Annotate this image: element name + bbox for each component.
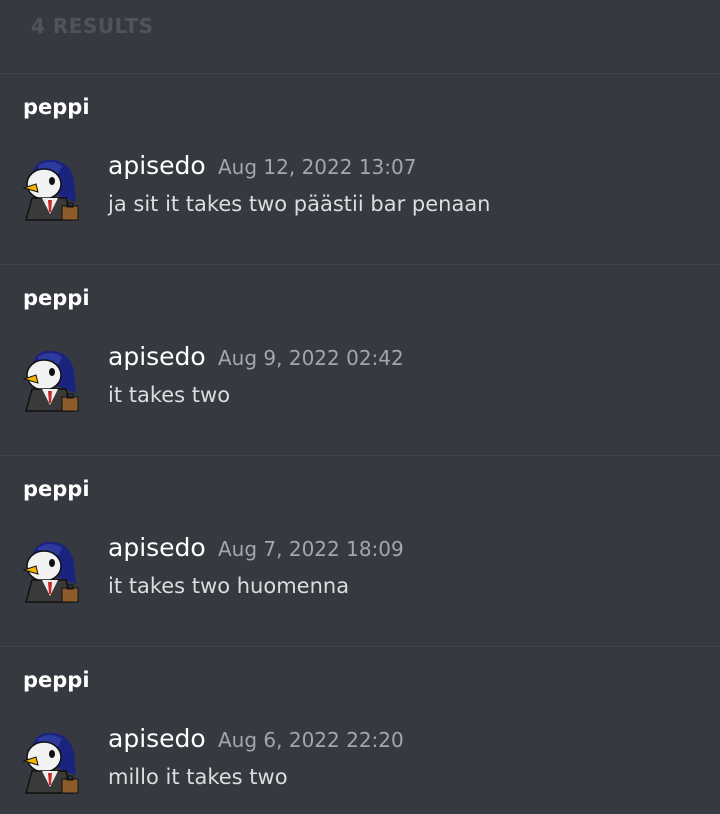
- channel-name[interactable]: peppi: [23, 477, 90, 501]
- channel-name[interactable]: peppi: [23, 668, 90, 692]
- author-name[interactable]: apisedo: [108, 342, 206, 371]
- search-result[interactable]: peppi apisedo Aug 6, 2022 22:20 millo it…: [0, 647, 720, 814]
- penguin-avatar-icon[interactable]: [14, 536, 84, 606]
- search-result[interactable]: peppi apisedo Aug 9, 2022 02:42 it takes…: [0, 265, 720, 456]
- message-timestamp: Aug 7, 2022 18:09: [218, 537, 404, 561]
- message-text: millo it takes two: [108, 765, 288, 789]
- author-name[interactable]: apisedo: [108, 151, 206, 180]
- results-count: 4 RESULTS: [31, 14, 154, 38]
- message-text: ja sit it takes two päästii bar penaan: [108, 192, 491, 216]
- message[interactable]: apisedo Aug 9, 2022 02:42 it takes two: [0, 337, 720, 437]
- search-result[interactable]: peppi apisedo Aug 7, 2022 18:09 it takes…: [0, 456, 720, 647]
- penguin-avatar-icon[interactable]: [14, 727, 84, 797]
- message-timestamp: Aug 6, 2022 22:20: [218, 728, 404, 752]
- message-text: it takes two huomenna: [108, 574, 350, 598]
- message[interactable]: apisedo Aug 12, 2022 13:07 ja sit it tak…: [0, 146, 720, 246]
- penguin-avatar-icon[interactable]: [14, 154, 84, 224]
- message-text: it takes two: [108, 383, 231, 407]
- message[interactable]: apisedo Aug 6, 2022 22:20 millo it takes…: [0, 719, 720, 814]
- channel-name[interactable]: peppi: [23, 95, 90, 119]
- channel-name[interactable]: peppi: [23, 286, 90, 310]
- message-timestamp: Aug 12, 2022 13:07: [218, 155, 417, 179]
- penguin-avatar-icon[interactable]: [14, 345, 84, 415]
- search-result[interactable]: peppi apisedo Aug 12, 2022 13:07 ja sit …: [0, 74, 720, 265]
- search-results-header: 4 RESULTS: [0, 0, 720, 74]
- author-name[interactable]: apisedo: [108, 533, 206, 562]
- message-timestamp: Aug 9, 2022 02:42: [218, 346, 404, 370]
- message[interactable]: apisedo Aug 7, 2022 18:09 it takes two h…: [0, 528, 720, 628]
- author-name[interactable]: apisedo: [108, 724, 206, 753]
